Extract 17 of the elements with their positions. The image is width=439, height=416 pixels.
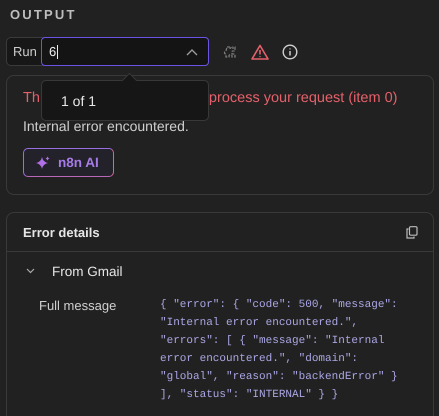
group-toggle[interactable]: From Gmail (7, 252, 433, 290)
sparkle-icon (36, 156, 50, 170)
caret-icon (186, 48, 198, 56)
error-details-title: Error details (23, 224, 100, 240)
error-description: Internal error encountered. (23, 118, 190, 134)
warning-icon[interactable] (251, 44, 269, 60)
field-label: Full message (39, 297, 118, 315)
error-title: process your request (item 0) (208, 90, 398, 106)
ai-button[interactable]: n8n AI (23, 148, 114, 177)
copy-icon[interactable] (406, 226, 418, 238)
error-title: Th (23, 90, 40, 106)
run-select[interactable]: 6 (41, 37, 209, 66)
field-value: { "error": { "code": 500, "message": "Internal error encountered.", "errors": [ { "message": "Internal error encountered.", "domain": "global", "reason": "backendError" } ], "status": "INTERNAL" } } (160, 298, 399, 403)
section-title: OUTPUT (9, 6, 78, 24)
run-option[interactable]: 1 of 1 (61, 92, 96, 108)
run-label: Run (12, 43, 38, 61)
info-icon[interactable] (282, 44, 298, 60)
